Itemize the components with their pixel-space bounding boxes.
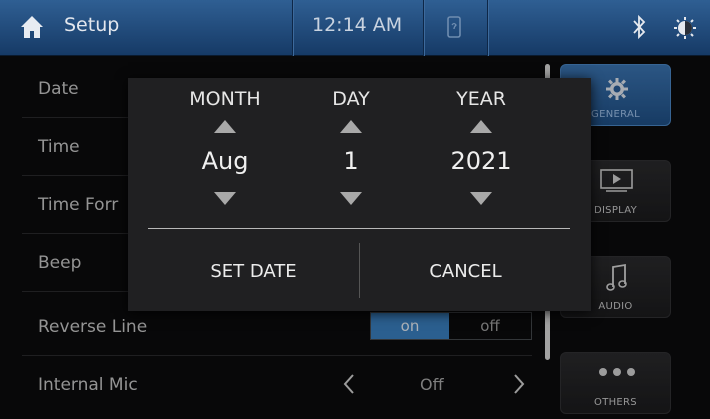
year-down-arrow-icon[interactable]	[470, 192, 492, 205]
divider	[292, 0, 293, 56]
status-bar: Setup 12:14 AM	[0, 0, 710, 56]
year-up-arrow-icon[interactable]	[470, 120, 492, 133]
brightness-icon[interactable]	[674, 17, 696, 39]
year-header: YEAR	[456, 88, 506, 110]
set-date-button[interactable]: SET DATE	[148, 236, 359, 306]
day-value: 1	[343, 147, 359, 175]
phone-icon[interactable]	[447, 16, 461, 38]
year-value: 2021	[450, 147, 512, 175]
divider	[423, 0, 424, 56]
day-down-arrow-icon[interactable]	[340, 192, 362, 205]
day-header: DAY	[332, 88, 370, 110]
month-up-arrow-icon[interactable]	[214, 120, 236, 133]
month-value: Aug	[201, 147, 249, 175]
page-title: Setup	[64, 14, 120, 36]
bluetooth-icon	[633, 14, 646, 40]
day-up-arrow-icon[interactable]	[340, 120, 362, 133]
month-header: MONTH	[189, 88, 261, 110]
month-down-arrow-icon[interactable]	[214, 192, 236, 205]
set-date-dialog: MONTH Aug DAY 1 YEAR 2021 SET DATE CANCE…	[128, 78, 591, 311]
divider	[487, 0, 488, 56]
cancel-button[interactable]: CANCEL	[360, 236, 571, 306]
clock: 12:14 AM	[312, 14, 403, 36]
divider	[148, 228, 570, 229]
home-icon[interactable]	[20, 14, 44, 40]
